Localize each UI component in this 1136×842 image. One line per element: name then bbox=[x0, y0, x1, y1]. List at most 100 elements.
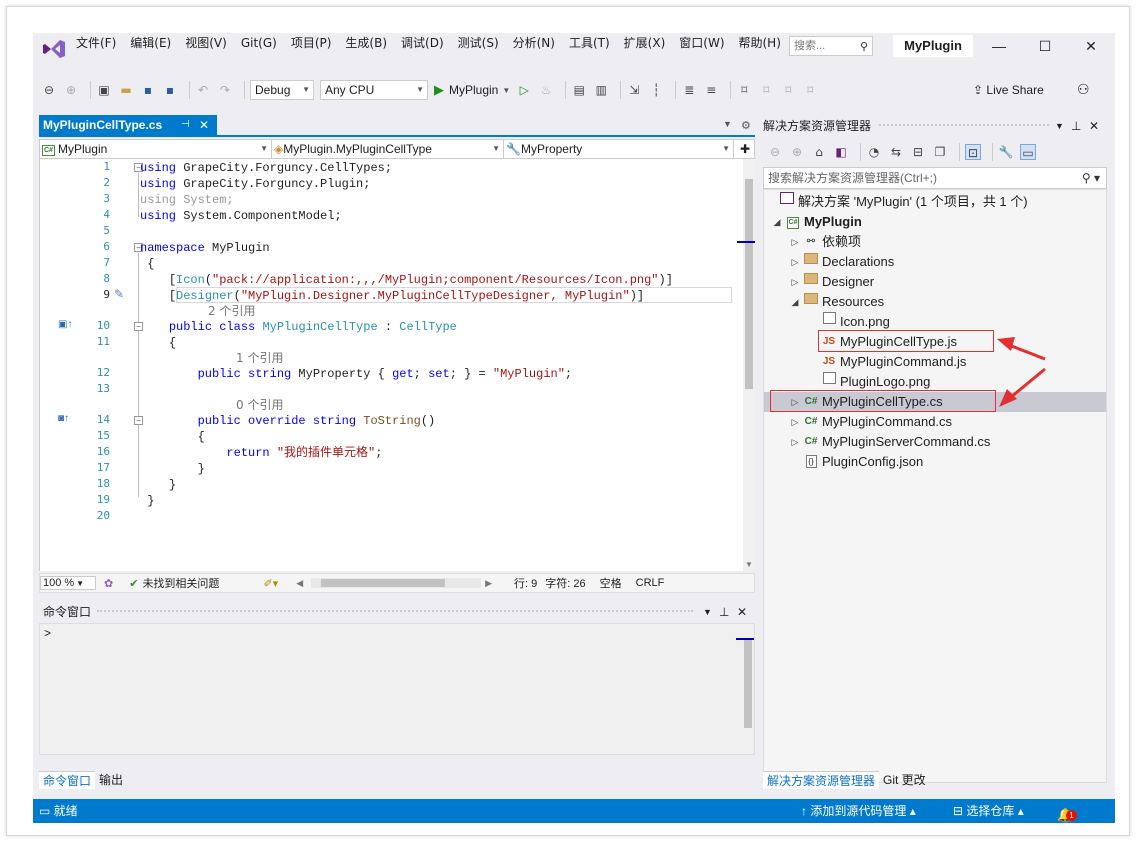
menu-tools[interactable]: 工具(T) bbox=[562, 33, 617, 53]
split-editor-icon[interactable]: ✚ bbox=[734, 140, 754, 158]
pending-changes-filter-icon[interactable]: ◔ bbox=[866, 144, 882, 160]
close-button[interactable]: ✕ bbox=[1071, 35, 1111, 57]
menu-extensions[interactable]: 扩展(X) bbox=[617, 33, 673, 53]
line-indicator[interactable]: 行: 9 bbox=[514, 575, 537, 591]
menu-edit[interactable]: 编辑(E) bbox=[123, 33, 178, 53]
tab-solution-explorer[interactable]: 解决方案资源管理器 bbox=[763, 771, 880, 789]
navigate-back-icon[interactable]: ⊖ bbox=[41, 82, 57, 98]
tree-node-icon-png[interactable]: Icon.png bbox=[820, 312, 890, 332]
bookmark-icon[interactable]: ⌑ bbox=[736, 82, 752, 98]
show-all-files-icon[interactable]: ❐ bbox=[932, 144, 948, 160]
pin-icon[interactable]: ⊣ bbox=[181, 115, 190, 135]
editor-horizontal-scrollbar[interactable] bbox=[311, 578, 482, 588]
back-icon[interactable]: ⊖ bbox=[767, 144, 783, 160]
tree-node-myplugincommand-js[interactable]: JS MyPluginCommand.js bbox=[820, 352, 967, 372]
tab-git-changes[interactable]: Git 更改 bbox=[879, 771, 930, 789]
select-repository-button[interactable]: ⊟ 选择仓库 ▴ bbox=[953, 799, 1024, 823]
add-to-source-control-button[interactable]: ↑ 添加到源代码管理 ▴ bbox=[801, 799, 916, 823]
expand-arrow-icon[interactable]: ▷ bbox=[788, 412, 802, 432]
copilot-icon[interactable]: ✿ bbox=[104, 577, 113, 590]
tab-output[interactable]: 输出 bbox=[95, 771, 127, 789]
scrollbar-thumb[interactable] bbox=[744, 640, 752, 728]
line-ending-indicator[interactable]: CRLF bbox=[636, 577, 665, 589]
tree-node-pluginconfig-json[interactable]: {} PluginConfig.json bbox=[802, 452, 923, 472]
type-dropdown[interactable]: ◈MyPlugin.MyPluginCellType ▼ bbox=[272, 140, 504, 158]
command-window[interactable]: > bbox=[39, 623, 755, 755]
menu-debug[interactable]: 调试(D) bbox=[394, 33, 451, 53]
step-icon[interactable]: ⇲ bbox=[626, 82, 642, 98]
close-pane-icon[interactable]: ✕ bbox=[1089, 117, 1099, 135]
solution-explorer-search[interactable]: 搜索解决方案资源管理器(Ctrl+;) ⚲ ▾ bbox=[763, 167, 1107, 189]
tab-command-window[interactable]: 命令窗口 bbox=[39, 771, 96, 789]
code-editor[interactable]: ▣↑ ◙↑ ✎ 1 2 3 4 5 6 7 8 9 10 11 12 13 14… bbox=[39, 159, 755, 571]
tree-node-mypluginservercommand-cs[interactable]: ▷ C# MyPluginServerCommand.cs bbox=[788, 432, 991, 452]
tree-node-pluginlogo-png[interactable]: PluginLogo.png bbox=[820, 372, 930, 392]
browse-folder-icon[interactable]: ▤ bbox=[571, 82, 587, 98]
tree-node-declarations[interactable]: ▷ Declarations bbox=[788, 252, 894, 272]
menu-view[interactable]: 视图(V) bbox=[178, 33, 234, 53]
format-icon[interactable]: ┆ bbox=[648, 82, 664, 98]
save-icon[interactable]: ▪ bbox=[140, 82, 156, 98]
pin-icon[interactable]: ⊥ bbox=[719, 603, 729, 621]
implemented-icon[interactable]: ▣↑ bbox=[58, 319, 72, 330]
project-dropdown[interactable]: C# MyPlugin ▼ bbox=[40, 140, 272, 158]
preview-selected-icon[interactable]: ⊡ bbox=[965, 144, 981, 160]
notifications-bell-icon[interactable]: 🔔1 bbox=[1057, 803, 1077, 823]
scrollbar-thumb[interactable] bbox=[745, 179, 753, 389]
code-lens-references[interactable]: 2 个引用 bbox=[208, 303, 828, 319]
member-dropdown[interactable]: 🔧MyProperty ▼ bbox=[504, 140, 734, 158]
switch-views-icon[interactable]: ◧ bbox=[833, 144, 849, 160]
settings-gear-icon[interactable]: ⚙ bbox=[741, 119, 751, 132]
expand-arrow-icon[interactable]: ▷ bbox=[788, 232, 802, 252]
feedback-icon[interactable]: ⚇ bbox=[1077, 81, 1090, 98]
search-input[interactable]: 搜索... ⚲ bbox=[789, 36, 873, 56]
menu-file[interactable]: 文件(F) bbox=[69, 33, 123, 53]
uncomment-icon[interactable]: ≡ bbox=[703, 82, 719, 98]
menu-git[interactable]: Git(G) bbox=[234, 33, 284, 53]
menu-test[interactable]: 测试(S) bbox=[451, 33, 506, 53]
zoom-select[interactable]: 100 % ▼ bbox=[40, 576, 96, 590]
forward-icon[interactable]: ⊕ bbox=[789, 144, 805, 160]
scroll-down-icon[interactable]: ▼ bbox=[745, 560, 753, 569]
close-pane-icon[interactable]: ✕ bbox=[737, 603, 747, 621]
expand-arrow-icon[interactable]: ▷ bbox=[788, 252, 802, 272]
next-bookmark-icon[interactable]: ⌑ bbox=[780, 82, 796, 98]
home-icon[interactable]: ⌂ bbox=[811, 144, 827, 160]
scrollbar-thumb[interactable] bbox=[321, 579, 446, 587]
indent-indicator[interactable]: 空格 bbox=[600, 575, 622, 591]
menu-window[interactable]: 窗口(W) bbox=[672, 33, 731, 53]
tree-node-solution[interactable]: 解决方案 'MyPlugin' (1 个项目，共 1 个) bbox=[778, 192, 1028, 212]
code-cleanup-icon[interactable]: ✐▾ bbox=[263, 577, 278, 590]
clear-bookmarks-icon[interactable]: ⌑ bbox=[802, 82, 818, 98]
scroll-right-icon[interactable]: ▶ bbox=[485, 578, 492, 589]
start-without-debugging-icon[interactable]: ▷ bbox=[516, 82, 532, 98]
tree-node-dependencies[interactable]: ▷ ⚯ 依赖项 bbox=[788, 232, 861, 252]
menu-help[interactable]: 帮助(H) bbox=[732, 33, 788, 53]
expand-arrow-icon[interactable]: ▷ bbox=[788, 432, 802, 452]
overrides-icon[interactable]: ◙↑ bbox=[58, 413, 69, 424]
drag-handle[interactable] bbox=[879, 124, 1049, 128]
hot-reload-icon[interactable]: ♨ bbox=[538, 82, 554, 98]
scroll-left-icon[interactable]: ◀ bbox=[296, 578, 303, 589]
platform-select[interactable]: Any CPU ▼ bbox=[320, 80, 428, 100]
new-project-icon[interactable]: ▣ bbox=[96, 82, 112, 98]
save-all-icon[interactable]: ▪ bbox=[162, 82, 178, 98]
tree-node-project[interactable]: ◢ C# MyPlugin bbox=[770, 212, 862, 232]
redo-icon[interactable]: ↷ bbox=[217, 82, 233, 98]
drag-handle[interactable] bbox=[97, 610, 693, 614]
prev-bookmark-icon[interactable]: ⌑ bbox=[758, 82, 774, 98]
command-window-scrollbar[interactable] bbox=[736, 624, 754, 754]
issues-status[interactable]: 未找到相关问题 bbox=[142, 575, 219, 591]
collapse-arrow-icon[interactable]: ◢ bbox=[770, 212, 784, 232]
comment-icon[interactable]: ≣ bbox=[681, 82, 697, 98]
pin-icon[interactable]: ⊥ bbox=[1071, 117, 1081, 135]
collapse-all-icon[interactable]: ⊟ bbox=[910, 144, 926, 160]
minimize-button[interactable]: — bbox=[979, 35, 1019, 57]
collapse-arrow-icon[interactable]: ◢ bbox=[788, 292, 802, 312]
tree-node-myplugincommand-cs[interactable]: ▷ C# MyPluginCommand.cs bbox=[788, 412, 953, 432]
editor-vertical-scrollbar[interactable]: ▼ bbox=[737, 159, 755, 571]
menu-analyze[interactable]: 分析(N) bbox=[506, 33, 562, 53]
quick-action-brush-icon[interactable]: ✎ bbox=[114, 287, 124, 301]
window-layout-icon[interactable]: ▥ bbox=[593, 82, 609, 98]
tab-list-dropdown-icon[interactable]: ▼ bbox=[723, 119, 732, 129]
